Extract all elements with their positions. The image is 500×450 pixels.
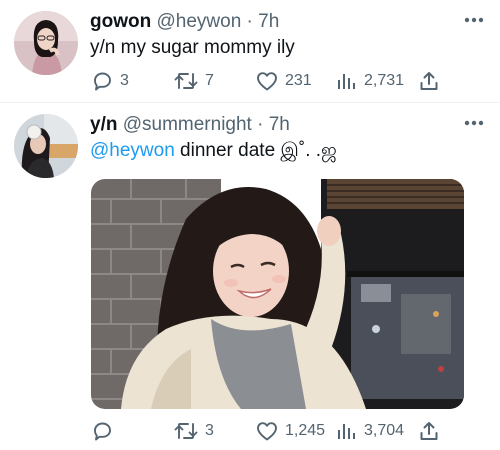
- separator-dot: ·: [257, 114, 264, 135]
- tweet-photo[interactable]: [91, 179, 464, 409]
- retweet-button[interactable]: 7: [173, 69, 214, 93]
- photo-image: [91, 179, 464, 409]
- reply-button[interactable]: 3: [90, 69, 129, 93]
- timeline-feed: gowon @heywon · 7h y/n my sugar mommy il…: [0, 0, 500, 450]
- handle[interactable]: @heywon: [156, 11, 241, 32]
- avatar[interactable]: [14, 11, 78, 75]
- views-count: 3,704: [364, 422, 405, 439]
- timestamp[interactable]: 7h: [258, 11, 279, 32]
- share-icon: [420, 72, 438, 90]
- more-dots-icon[interactable]: [464, 120, 484, 126]
- handle[interactable]: @summernight: [123, 114, 252, 135]
- tweet[interactable]: y/n @summernight · 7h @heywon dinner dat…: [0, 103, 500, 450]
- tweet-text: y/n my sugar mommy ily: [90, 37, 295, 58]
- avatar-image: [14, 11, 78, 75]
- like-button[interactable]: 1,245: [255, 419, 325, 443]
- heart-icon: [257, 72, 277, 91]
- views-count: 2,731: [364, 72, 405, 89]
- retweet-button[interactable]: 3: [173, 419, 214, 443]
- display-name[interactable]: y/n: [90, 114, 117, 135]
- share-button[interactable]: [418, 419, 440, 443]
- reply-icon: [94, 422, 111, 441]
- retweet-count: 3: [205, 422, 214, 439]
- tweet-text-body: dinner date இ˚. .ஜ: [174, 140, 337, 161]
- share-icon: [420, 422, 438, 440]
- like-button[interactable]: 231: [255, 69, 312, 93]
- like-count: 231: [285, 72, 312, 89]
- tweet-header: y/n @summernight · 7h: [90, 114, 290, 136]
- tweet[interactable]: gowon @heywon · 7h y/n my sugar mommy il…: [0, 0, 500, 102]
- retweet-icon: [174, 73, 198, 89]
- tweet-text: @heywon dinner date இ˚. .ஜ: [90, 139, 337, 163]
- tweet-header: gowon @heywon · 7h: [90, 11, 279, 33]
- retweet-count: 7: [205, 72, 214, 89]
- mention-link[interactable]: @heywon: [90, 140, 175, 161]
- tweet-actions: 3 1,245 3,704: [90, 419, 450, 443]
- retweet-icon: [174, 423, 198, 439]
- views-bar-chart-icon: [338, 74, 355, 89]
- timestamp[interactable]: 7h: [269, 114, 290, 135]
- more-dots-icon[interactable]: [464, 17, 484, 23]
- reply-button[interactable]: [90, 419, 120, 443]
- reply-count: 3: [120, 72, 129, 89]
- avatar[interactable]: [14, 114, 78, 178]
- separator-dot: ·: [246, 11, 253, 32]
- avatar-image: [14, 114, 78, 178]
- tweet-actions: 3 7 231 2,731: [90, 69, 450, 93]
- display-name[interactable]: gowon: [90, 11, 151, 32]
- views-bar-chart-icon: [338, 424, 355, 439]
- share-button[interactable]: [418, 69, 440, 93]
- heart-icon: [257, 422, 277, 441]
- views-button[interactable]: 3,704: [336, 419, 404, 443]
- reply-icon: [94, 72, 111, 91]
- views-button[interactable]: 2,731: [336, 69, 404, 93]
- like-count: 1,245: [285, 422, 326, 439]
